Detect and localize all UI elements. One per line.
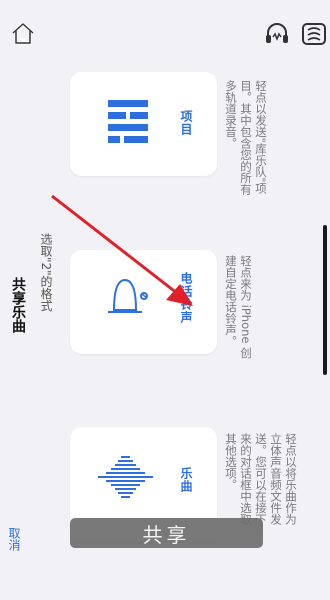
- annotation-arrow: [51, 194, 193, 306]
